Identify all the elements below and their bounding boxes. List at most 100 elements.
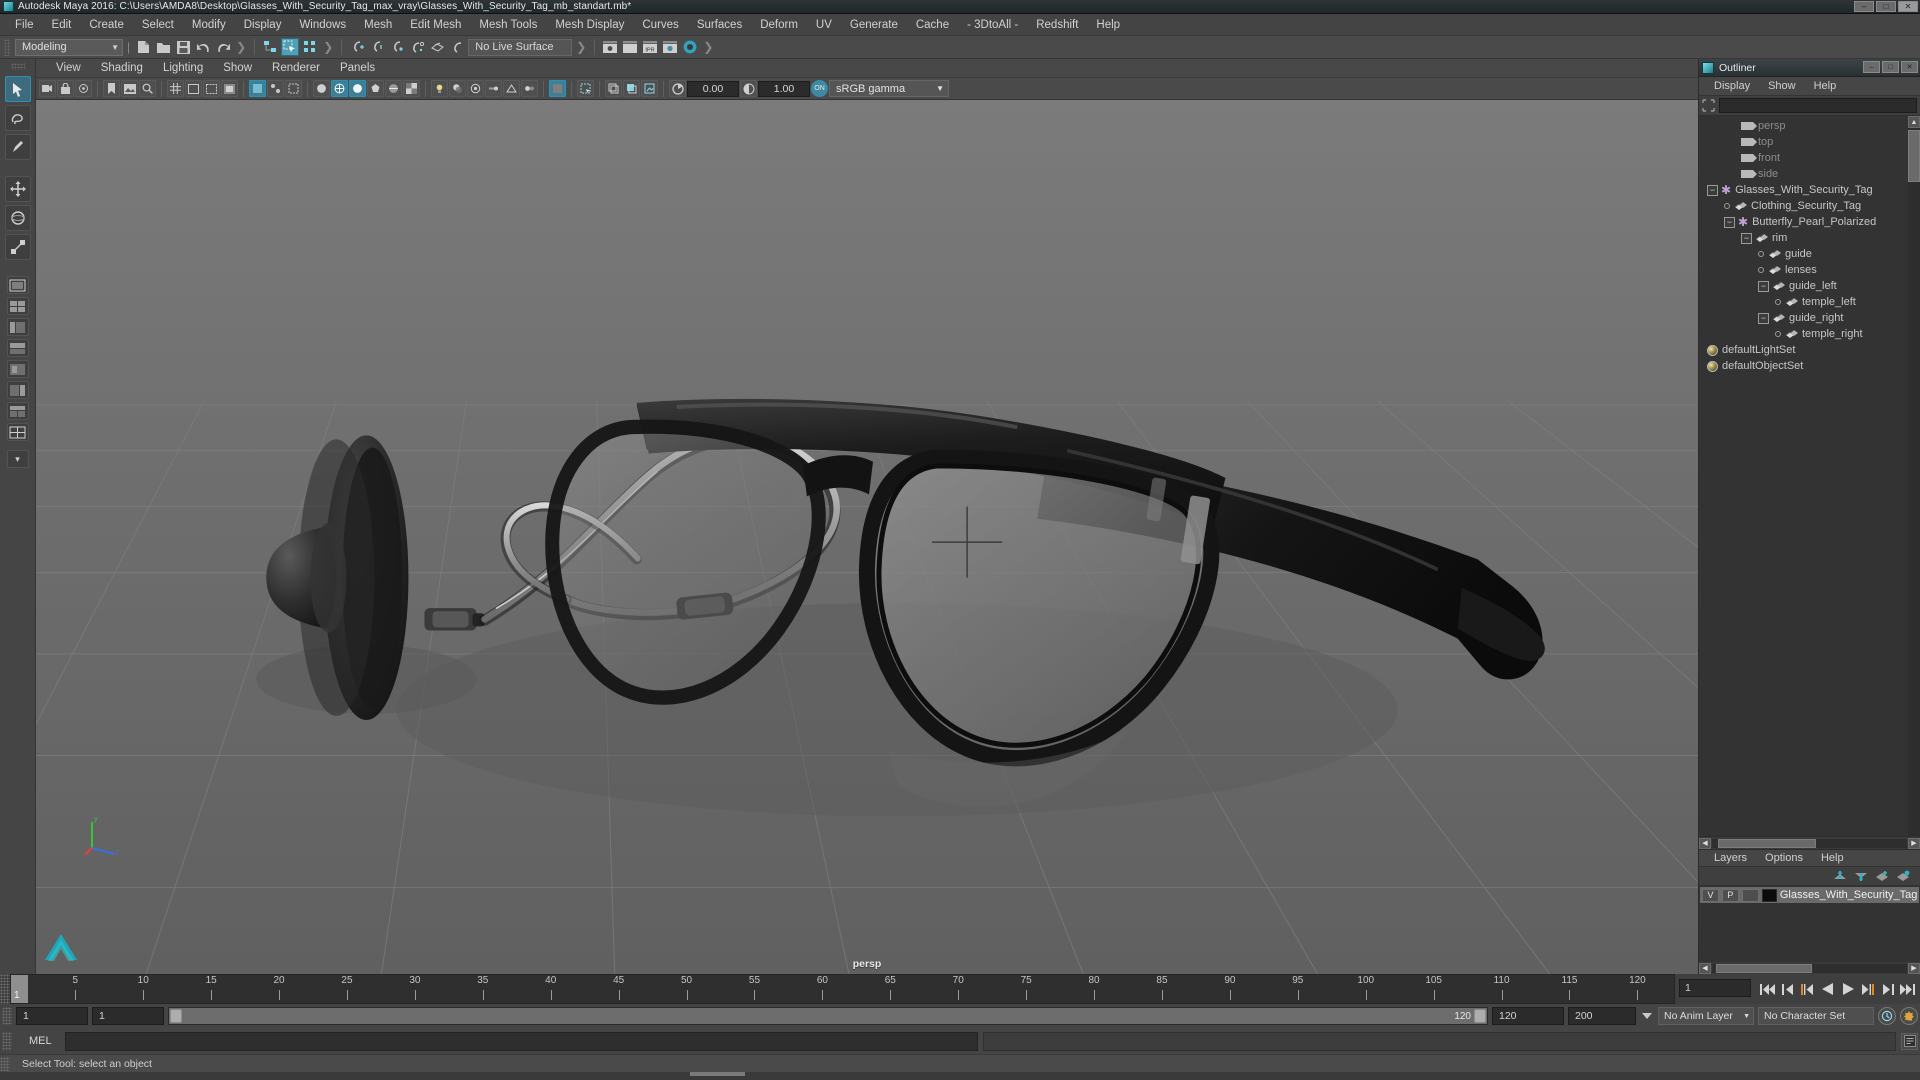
layer-name[interactable]: Glasses_With_Security_Tag xyxy=(1780,889,1917,901)
grid-toggle-icon[interactable] xyxy=(167,80,184,97)
outliner-vertical-scrollbar[interactable]: ▲ xyxy=(1908,116,1920,836)
layer-scroll-right-icon[interactable]: ▶ xyxy=(1908,962,1920,974)
tree-expander-collapse-icon[interactable]: − xyxy=(1758,280,1769,292)
select-by-hierarchy-icon[interactable] xyxy=(261,38,279,56)
select-tool[interactable] xyxy=(4,76,31,102)
anim-layer-selector[interactable]: No Anim Layer ▼ xyxy=(1658,1007,1754,1025)
use-lights-icon[interactable] xyxy=(431,80,448,97)
xray-active-components-icon[interactable] xyxy=(285,80,302,97)
animation-end-time-field[interactable]: 200 xyxy=(1568,1007,1636,1025)
character-set-selector[interactable]: No Character Set xyxy=(1758,1007,1874,1025)
rotate-tool[interactable] xyxy=(4,205,31,231)
menu-item-modify[interactable]: Modify xyxy=(183,17,235,33)
outliner-item-defaultobjectset[interactable]: defaultObjectSet xyxy=(1699,358,1920,374)
multisample-icon[interactable] xyxy=(503,80,520,97)
range-slider-right-handle[interactable] xyxy=(1474,1009,1486,1023)
new-scene-icon[interactable] xyxy=(134,38,152,56)
range-end-time-field[interactable]: 120 xyxy=(1492,1007,1564,1025)
shaded-wireframe-icon[interactable] xyxy=(385,80,402,97)
xray-joints-icon[interactable] xyxy=(267,80,284,97)
menu-item-help[interactable]: Help xyxy=(1087,17,1129,33)
layer-list[interactable]: V P Glasses_With_Security_Tag xyxy=(1699,885,1920,962)
outliner-item-glasses-with-security-tag[interactable]: − ✱ Glasses_With_Security_Tag xyxy=(1699,182,1920,198)
viewport-menu-renderer[interactable]: Renderer xyxy=(262,61,330,75)
outliner-item-clothing-security-tag[interactable]: Clothing_Security_Tag xyxy=(1699,198,1920,214)
exposure-value[interactable]: 0.00 xyxy=(687,80,739,97)
range-slider-fill[interactable]: 120 xyxy=(169,1008,1487,1024)
paint-select-tool[interactable] xyxy=(4,134,31,160)
menu-item-create[interactable]: Create xyxy=(80,17,133,33)
smooth-shade-icon[interactable] xyxy=(349,80,366,97)
snap-to-active-object-icon[interactable] xyxy=(448,38,466,56)
outliner-item-rim[interactable]: − rim xyxy=(1699,230,1920,246)
outliner-item-lenses[interactable]: lenses xyxy=(1699,262,1920,278)
auto-keyframe-icon[interactable] xyxy=(1878,1007,1896,1025)
outliner-menu-display[interactable]: Display xyxy=(1705,79,1759,93)
outliner-item-guide[interactable]: guide xyxy=(1699,246,1920,262)
layer-menu-options[interactable]: Options xyxy=(1756,852,1812,864)
layer-color-swatch[interactable] xyxy=(1761,888,1777,902)
scroll-up-icon[interactable]: ▲ xyxy=(1908,116,1920,128)
color-profile-selector[interactable]: sRGB gamma ▼ xyxy=(829,80,949,97)
layer-menu-help[interactable]: Help xyxy=(1812,852,1853,864)
scroll-left-icon[interactable]: ◀ xyxy=(1699,837,1711,849)
minimize-button[interactable]: – xyxy=(1854,1,1874,12)
outliner-item-guide-left[interactable]: − guide_left xyxy=(1699,278,1920,294)
outliner-item-persp[interactable]: persp xyxy=(1699,118,1920,134)
lock-camera-icon[interactable] xyxy=(57,80,74,97)
outliner-hscroll-track[interactable] xyxy=(1712,838,1907,848)
menu-item-deform[interactable]: Deform xyxy=(751,17,807,33)
layer-hscroll-track[interactable] xyxy=(1712,963,1907,973)
menu-item-mesh-display[interactable]: Mesh Display xyxy=(546,17,633,33)
textured-icon[interactable] xyxy=(403,80,420,97)
menu-item-mesh[interactable]: Mesh xyxy=(355,17,401,33)
tree-expander-collapse-icon[interactable]: − xyxy=(1724,216,1735,228)
menu-item-edit-mesh[interactable]: Edit Mesh xyxy=(401,17,470,33)
viewport-menu-view[interactable]: View xyxy=(46,61,91,75)
outliner-scroll-thumb[interactable] xyxy=(1908,130,1920,182)
outliner-menu-show[interactable]: Show xyxy=(1759,79,1805,93)
new-layer-icon[interactable] xyxy=(1875,870,1889,882)
current-time-indicator[interactable]: 1 xyxy=(11,975,28,1003)
snap-to-view-plane-icon[interactable] xyxy=(428,38,446,56)
step-back-frame-icon[interactable] xyxy=(1799,980,1816,998)
single-perspective-view-icon[interactable] xyxy=(6,276,29,294)
layer-hscroll-thumb[interactable] xyxy=(1716,963,1812,973)
render-sequence-icon[interactable] xyxy=(621,38,639,56)
viewport-snapshot-icon[interactable] xyxy=(641,80,658,97)
viewport-menu-shading[interactable]: Shading xyxy=(91,61,153,75)
time-slider[interactable]: 1 5 10 15 20 25 30 35 40 45 50 55 60 65 70 75 80 85 90 95 1… xyxy=(10,974,1675,1004)
hypershade-icon[interactable] xyxy=(681,38,699,56)
layer-horizontal-scrollbar[interactable]: ◀ ▶ xyxy=(1699,962,1920,974)
render-view-icon[interactable] xyxy=(601,38,619,56)
play-backwards-icon[interactable] xyxy=(1819,980,1836,998)
film-gate-icon[interactable] xyxy=(185,80,202,97)
move-tool[interactable] xyxy=(4,176,31,202)
scroll-right-icon[interactable]: ▶ xyxy=(1908,837,1920,849)
filter-icon[interactable] xyxy=(1702,99,1715,112)
outliner-item-temple-left[interactable]: temple_left xyxy=(1699,294,1920,310)
outliner-item-temple-right[interactable]: temple_right xyxy=(1699,326,1920,342)
select-by-component-icon[interactable] xyxy=(301,38,319,56)
outliner-tree[interactable]: ▲ persp top front side − ✱ Glasses_With_Securi… xyxy=(1699,116,1920,836)
render-settings-icon[interactable] xyxy=(661,38,679,56)
color-management-toggle[interactable]: ON xyxy=(811,80,828,97)
wireframe-icon[interactable] xyxy=(331,80,348,97)
menu-item-windows[interactable]: Windows xyxy=(290,17,355,33)
redo-icon[interactable] xyxy=(214,38,232,56)
ipr-render-icon[interactable]: IPR xyxy=(641,38,659,56)
outliner-minimize-button[interactable]: – xyxy=(1863,61,1880,73)
more-layouts-icon[interactable]: ▾ xyxy=(6,450,29,468)
step-back-keyframe-icon[interactable] xyxy=(1779,980,1796,998)
new-layer-from-selected-icon[interactable] xyxy=(1896,870,1910,882)
outliner-item-butterfly-pearl-polarized[interactable]: − ✱ Butterfly_Pearl_Polarized xyxy=(1699,214,1920,230)
command-language-label[interactable]: MEL xyxy=(17,1035,60,1047)
undo-icon[interactable] xyxy=(194,38,212,56)
playback-speed-icon[interactable] xyxy=(1640,1007,1654,1025)
outliner-item-front[interactable]: front xyxy=(1699,150,1920,166)
contrast-icon[interactable] xyxy=(740,80,757,97)
camera-sequencer-icon[interactable] xyxy=(623,80,640,97)
move-layer-down-icon[interactable] xyxy=(1854,870,1868,882)
layer-row[interactable]: V P Glasses_With_Security_Tag xyxy=(1700,887,1919,903)
layer-scroll-left-icon[interactable]: ◀ xyxy=(1699,962,1711,974)
